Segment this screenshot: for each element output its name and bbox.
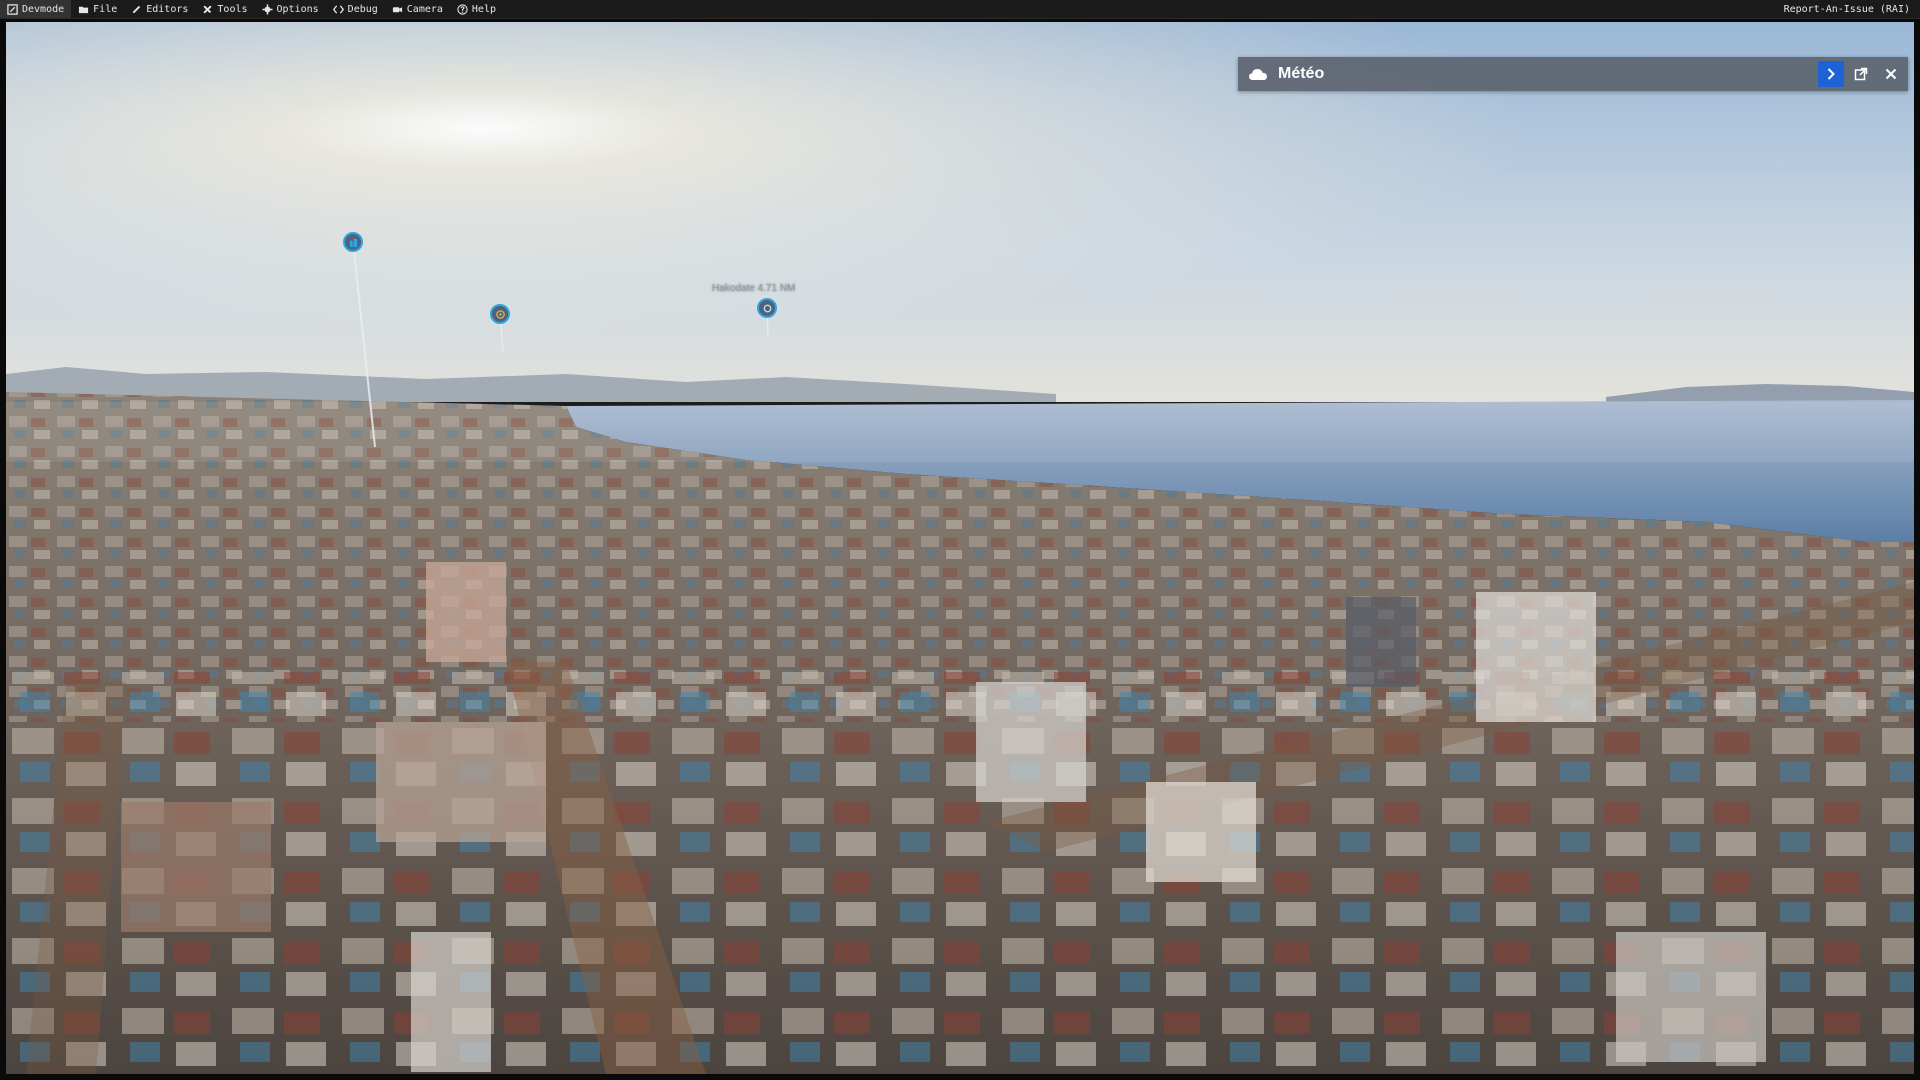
weather-panel-actions: [1818, 61, 1904, 87]
devmode-menubar: Devmode File Editors Tools Options Debug…: [0, 0, 1920, 19]
menu-tools[interactable]: Tools: [195, 0, 254, 18]
weather-panel-title: Météo: [1278, 65, 1325, 82]
folder-icon: [79, 6, 89, 13]
menu-editors-label: Editors: [146, 3, 189, 15]
poi-distance-label: Hakodate 4.71 NM: [712, 283, 796, 294]
pop-out-button[interactable]: [1848, 61, 1874, 87]
poi-marker-airport[interactable]: [490, 304, 510, 324]
menu-debug[interactable]: Debug: [326, 0, 385, 18]
tools-icon: [204, 5, 212, 13]
camera-icon: [392, 6, 402, 12]
code-icon: [332, 4, 344, 14]
menu-file-label: File: [93, 3, 118, 15]
airport-icon: [495, 309, 505, 319]
gear-icon: [261, 3, 273, 15]
building-icon: [349, 238, 357, 247]
close-button[interactable]: [1878, 61, 1904, 87]
poi-ring: [490, 304, 510, 324]
menu-help[interactable]: Help: [450, 0, 503, 18]
menu-devmode[interactable]: Devmode: [0, 0, 72, 18]
menu-camera-label: Camera: [406, 3, 443, 15]
navaid-icon: [763, 304, 771, 312]
poi-marker-building[interactable]: [343, 232, 363, 252]
menu-options-label: Options: [276, 3, 319, 15]
menu-help-label: Help: [471, 3, 496, 15]
poi-ring: [343, 232, 363, 252]
menu-tools-label: Tools: [217, 3, 248, 15]
chevron-right-icon: [1827, 68, 1835, 80]
poi-marker-navaid[interactable]: Hakodate 4.71 NM: [712, 283, 795, 318]
weather-panel: Météo: [1238, 57, 1908, 91]
close-icon: [1885, 68, 1897, 80]
scene-render: [6, 22, 1914, 1074]
menu-camera[interactable]: Camera: [385, 0, 450, 18]
menu-file[interactable]: File: [71, 0, 124, 18]
menu-editors[interactable]: Editors: [124, 0, 195, 18]
external-window-icon: [1854, 67, 1868, 81]
menu-debug-label: Debug: [347, 3, 378, 15]
pencil-icon: [133, 5, 141, 13]
collapse-button[interactable]: [1818, 61, 1844, 87]
help-icon: [457, 3, 468, 15]
menu-devmode-label: Devmode: [22, 3, 65, 15]
devmode-icon: [7, 3, 18, 15]
report-issue-link[interactable]: Report-An-Issue (RAI): [1777, 0, 1920, 18]
sim-viewport[interactable]: Hakodate 4.71 NM Météo: [6, 22, 1914, 1074]
menu-options[interactable]: Options: [255, 0, 326, 18]
cloud-icon: [1249, 69, 1267, 80]
poi-ring: [757, 298, 777, 318]
report-issue-label: Report-An-Issue (RAI): [1783, 3, 1910, 15]
